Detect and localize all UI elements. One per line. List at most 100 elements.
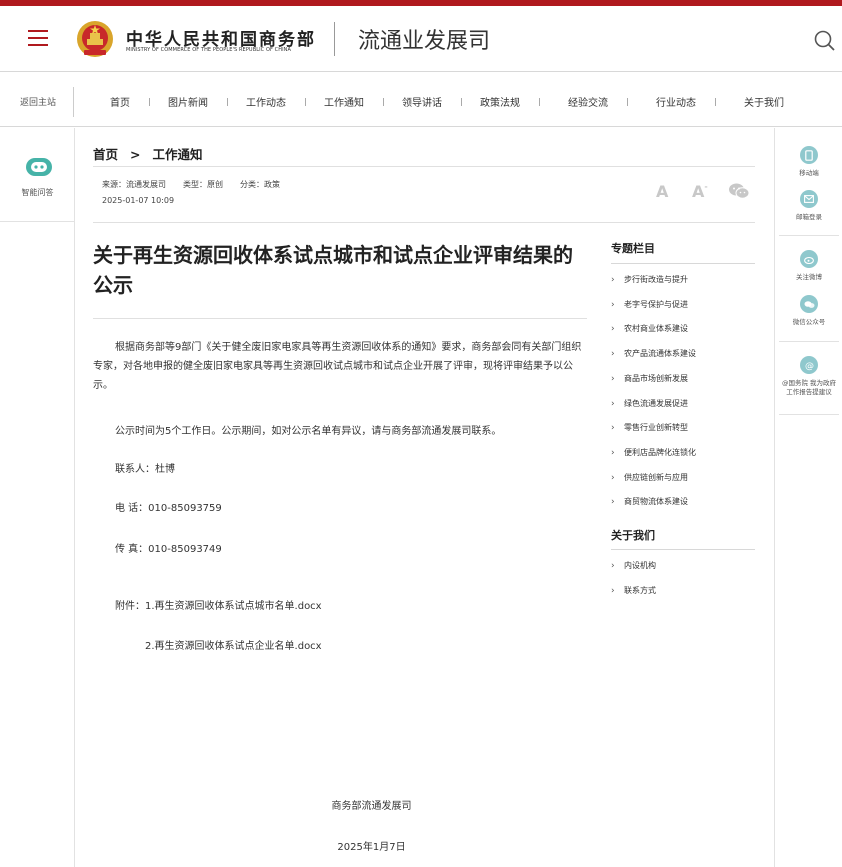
site-header: 中华人民共和国商务部 MINISTRY OF COMMERCE OF THE P… — [0, 6, 842, 72]
search-icon[interactable] — [813, 29, 837, 53]
sidebar-topic-item-label: 供应链创新与应用 — [624, 472, 688, 482]
article-paragraph: 根据商务部等9部门《关于健全废旧家电家具等再生资源回收体系的通知》要求，商务部会… — [93, 342, 582, 391]
article-paragraph: 公示时间为5个工作日。公示期间，如对公示名单有异议，请与商务部流通发展司联系。 — [115, 426, 502, 437]
sidebar-topic-item-label: 商贸物流体系建设 — [624, 497, 688, 507]
suggestion-link[interactable]: @ @国务院 我为政府 工作报告提建议 — [775, 356, 842, 397]
nav-item-about[interactable]: 关于我们 — [744, 94, 784, 109]
breadcrumb: 首页 > 工作通知 — [93, 144, 203, 163]
nav-separator — [383, 98, 384, 106]
contact-person: 联系人：杜博 — [115, 464, 175, 475]
ai-assistant-icon[interactable] — [25, 157, 53, 177]
sidebar-topic-item[interactable]: › 商品市场创新发展 — [611, 373, 688, 384]
font-size-small-letter: A — [692, 182, 705, 201]
sidebar-about-item-label: 联系方式 — [624, 585, 656, 595]
hamburger-menu-icon[interactable] — [28, 30, 48, 46]
nav-separator — [539, 98, 540, 106]
chevron-right-icon: › — [611, 373, 615, 384]
font-size-large-button[interactable]: A — [656, 182, 668, 201]
article-meta: 来源：流通发展司 类型：原创 分类：政策 — [102, 179, 297, 190]
sidebar-topic-item-label: 商品市场创新发展 — [624, 373, 688, 383]
font-size-small-button[interactable]: A- — [692, 182, 708, 201]
nav-separator — [461, 98, 462, 106]
nav-item-policies[interactable]: 政策法规 — [480, 94, 520, 109]
sidebar-topic-item[interactable]: › 供应链创新与应用 — [611, 472, 688, 483]
rail-divider — [0, 221, 75, 222]
national-emblem-icon[interactable] — [76, 19, 114, 59]
chevron-right-icon: › — [611, 447, 615, 458]
email-login-link[interactable]: 邮箱登录 — [775, 190, 842, 222]
suggestion-label-line2: 工作报告提建议 — [786, 388, 832, 396]
contact-phone: 电 话：010-85093759 — [115, 503, 222, 514]
nav-item-photo-news[interactable]: 图片新闻 — [168, 94, 208, 109]
sidebar-topic-item[interactable]: › 步行街改造与提升 — [611, 274, 688, 285]
sidebar-topic-item[interactable]: › 老字号保护与促进 — [611, 299, 688, 310]
attachment-link-2[interactable]: 2.再生资源回收体系试点企业名单.docx — [145, 637, 322, 656]
mail-icon — [800, 190, 818, 208]
sidebar-topic-item[interactable]: › 农村商业体系建设 — [611, 323, 688, 334]
divider — [611, 263, 755, 264]
chevron-right-icon: › — [611, 324, 615, 335]
sidebar-topic-item[interactable]: › 零售行业创新转型 — [611, 422, 688, 433]
nav-item-home[interactable]: 首页 — [110, 94, 130, 109]
sidebar-topic-item-label: 老字号保护与促进 — [624, 299, 688, 309]
nav-separator — [149, 98, 150, 106]
main-nav: 返回主站 首页 图片新闻 工作动态 工作通知 领导讲话 政策法规 经验交流 行业… — [0, 73, 842, 127]
back-to-main-site-link[interactable]: 返回主站 — [20, 95, 56, 108]
divider — [611, 549, 755, 550]
topics-heading: 专题栏目 — [611, 242, 655, 255]
chevron-right-icon: › — [611, 398, 615, 409]
font-size-small-mark: - — [704, 182, 708, 191]
sidebar-topic-item-label: 零售行业创新转型 — [624, 423, 688, 433]
email-login-label: 邮箱登录 — [796, 213, 822, 221]
nav-item-experience[interactable]: 经验交流 — [568, 94, 608, 109]
article-title: 关于再生资源回收体系试点城市和试点企业评审结果的公示 — [93, 243, 573, 297]
sidebar-topic-item[interactable]: › 商贸物流体系建设 — [611, 496, 688, 507]
meta-category: 分类：政策 — [240, 180, 280, 189]
chevron-right-icon: › — [611, 299, 615, 310]
meta-datetime: 2025-01-07 10:09 — [102, 196, 175, 205]
at-icon: @ — [800, 356, 818, 374]
mobile-label: 移动端 — [799, 169, 819, 177]
mobile-link[interactable]: 移动端 — [775, 146, 842, 178]
weibo-icon — [800, 250, 818, 268]
chevron-right-icon: › — [611, 349, 615, 360]
nav-item-work-updates[interactable]: 工作动态 — [246, 94, 286, 109]
sidebar-topic-item[interactable]: › 便利店品牌化连锁化 — [611, 447, 696, 458]
weibo-link[interactable]: 关注微博 — [775, 250, 842, 282]
chevron-right-icon: › — [611, 497, 615, 508]
rail-divider — [779, 341, 839, 342]
nav-separator — [305, 98, 306, 106]
wechat-account-link[interactable]: 微信公众号 — [775, 295, 842, 327]
sidebar-topic-item-label: 绿色流通发展促进 — [624, 398, 688, 408]
sidebar-about-item[interactable]: › 内设机构 — [611, 560, 656, 571]
sidebar-topic-item-label: 农产品流通体系建设 — [624, 349, 696, 359]
chevron-right-icon: › — [611, 275, 615, 285]
breadcrumb-home[interactable]: 首页 — [93, 147, 118, 162]
suggestion-label: @国务院 我为政府 工作报告提建议 — [775, 379, 842, 397]
wechat-share-icon[interactable] — [728, 182, 750, 200]
sidebar-about-item[interactable]: › 联系方式 — [611, 585, 656, 596]
chevron-right-icon: › — [611, 423, 615, 434]
nav-item-industry[interactable]: 行业动态 — [656, 94, 696, 109]
rail-divider — [779, 414, 839, 415]
divider — [93, 166, 755, 167]
sidebar-topic-item[interactable]: › 农产品流通体系建设 — [611, 348, 696, 359]
department-name[interactable]: 流通业发展司 — [358, 23, 490, 55]
left-rail: 智能问答 — [0, 128, 75, 867]
divider — [93, 222, 755, 223]
nav-item-work-notices[interactable]: 工作通知 — [324, 94, 364, 109]
nav-separator — [627, 98, 628, 106]
breadcrumb-current[interactable]: 工作通知 — [153, 147, 203, 162]
ai-assistant-label[interactable]: 智能问答 — [0, 187, 75, 198]
wechat-label: 微信公众号 — [792, 318, 826, 326]
nav-item-leader-speeches[interactable]: 领导讲话 — [402, 94, 442, 109]
svg-text:@: @ — [805, 361, 814, 370]
mobile-icon — [800, 146, 818, 164]
nav-separator — [227, 98, 228, 106]
attachment-link-1[interactable]: 附件：1.再生资源回收体系试点城市名单.docx — [115, 597, 322, 616]
sidebar-topic-item[interactable]: › 绿色流通发展促进 — [611, 398, 688, 409]
chevron-right-icon: › — [611, 561, 615, 571]
chevron-right-icon: › — [611, 585, 615, 596]
wechat-icon — [800, 295, 818, 313]
about-heading: 关于我们 — [611, 529, 655, 542]
